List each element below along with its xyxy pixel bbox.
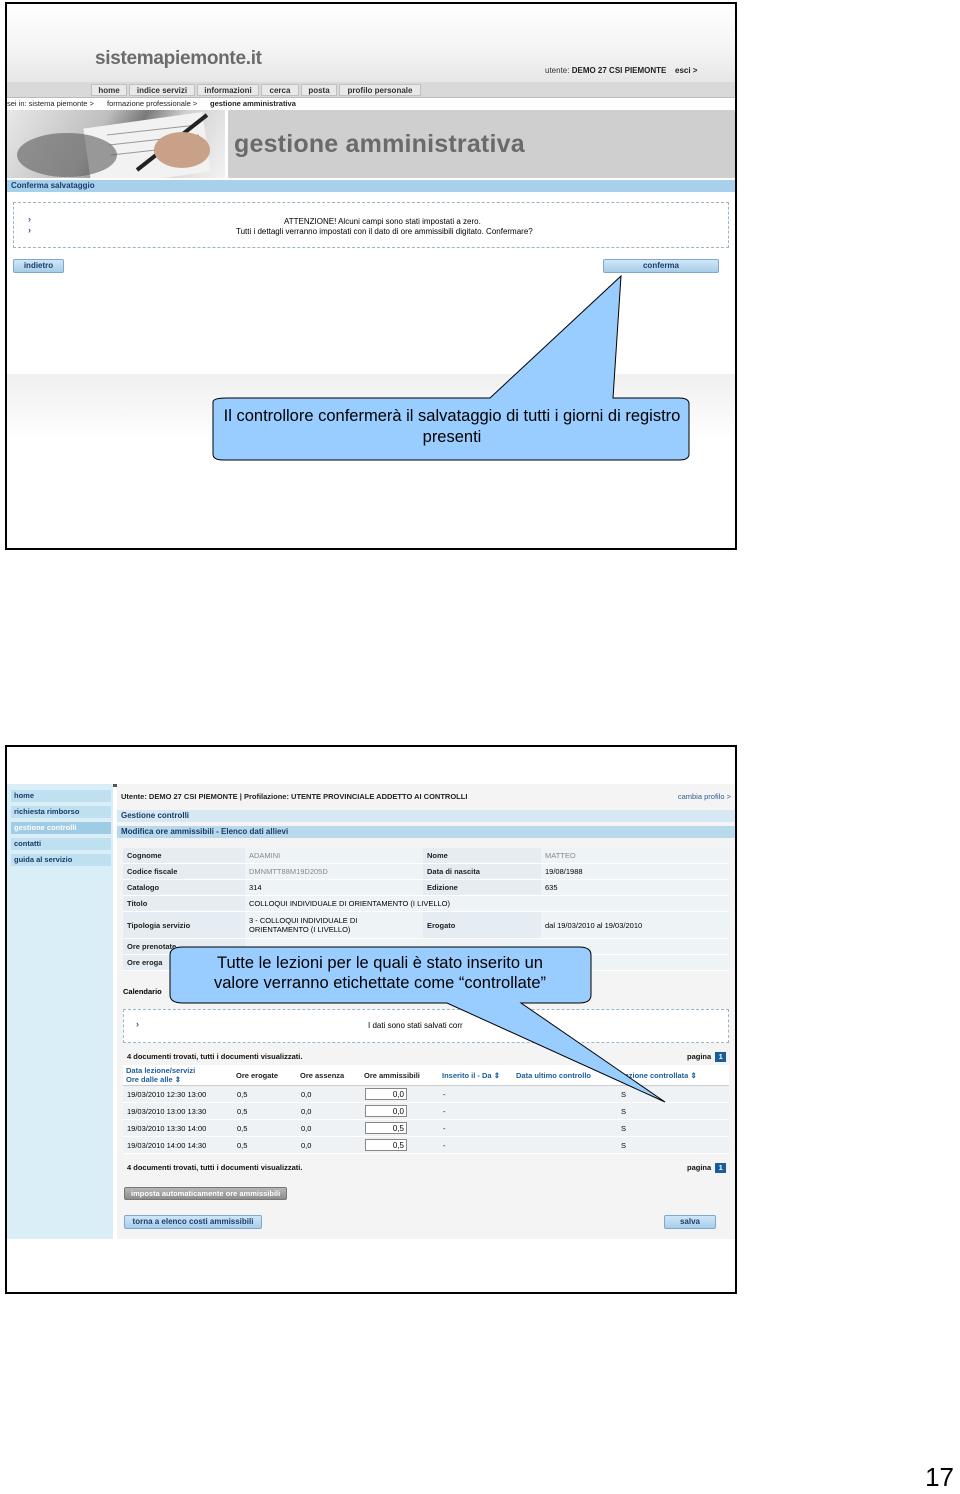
callout-bubble-2 xyxy=(169,946,666,1103)
callout-text-1: Il controllore confermerà il salvataggio… xyxy=(223,407,681,446)
slide-1-screenshot: sistemapiemonte.it utente: DEMO 27 CSI P… xyxy=(5,2,737,550)
page-number: 17 xyxy=(925,1462,954,1492)
slide-2-screenshot: home richiesta rimborso gestione control… xyxy=(5,745,737,1294)
callout-line-2: valore verranno etichettate come “contro… xyxy=(214,974,546,992)
callout-text-2: Tutte le lezioni per le quali è stato in… xyxy=(175,953,585,993)
callout-bubble-1 xyxy=(212,274,690,461)
callout-line-1: Tutte le lezioni per le quali è stato in… xyxy=(217,954,543,972)
